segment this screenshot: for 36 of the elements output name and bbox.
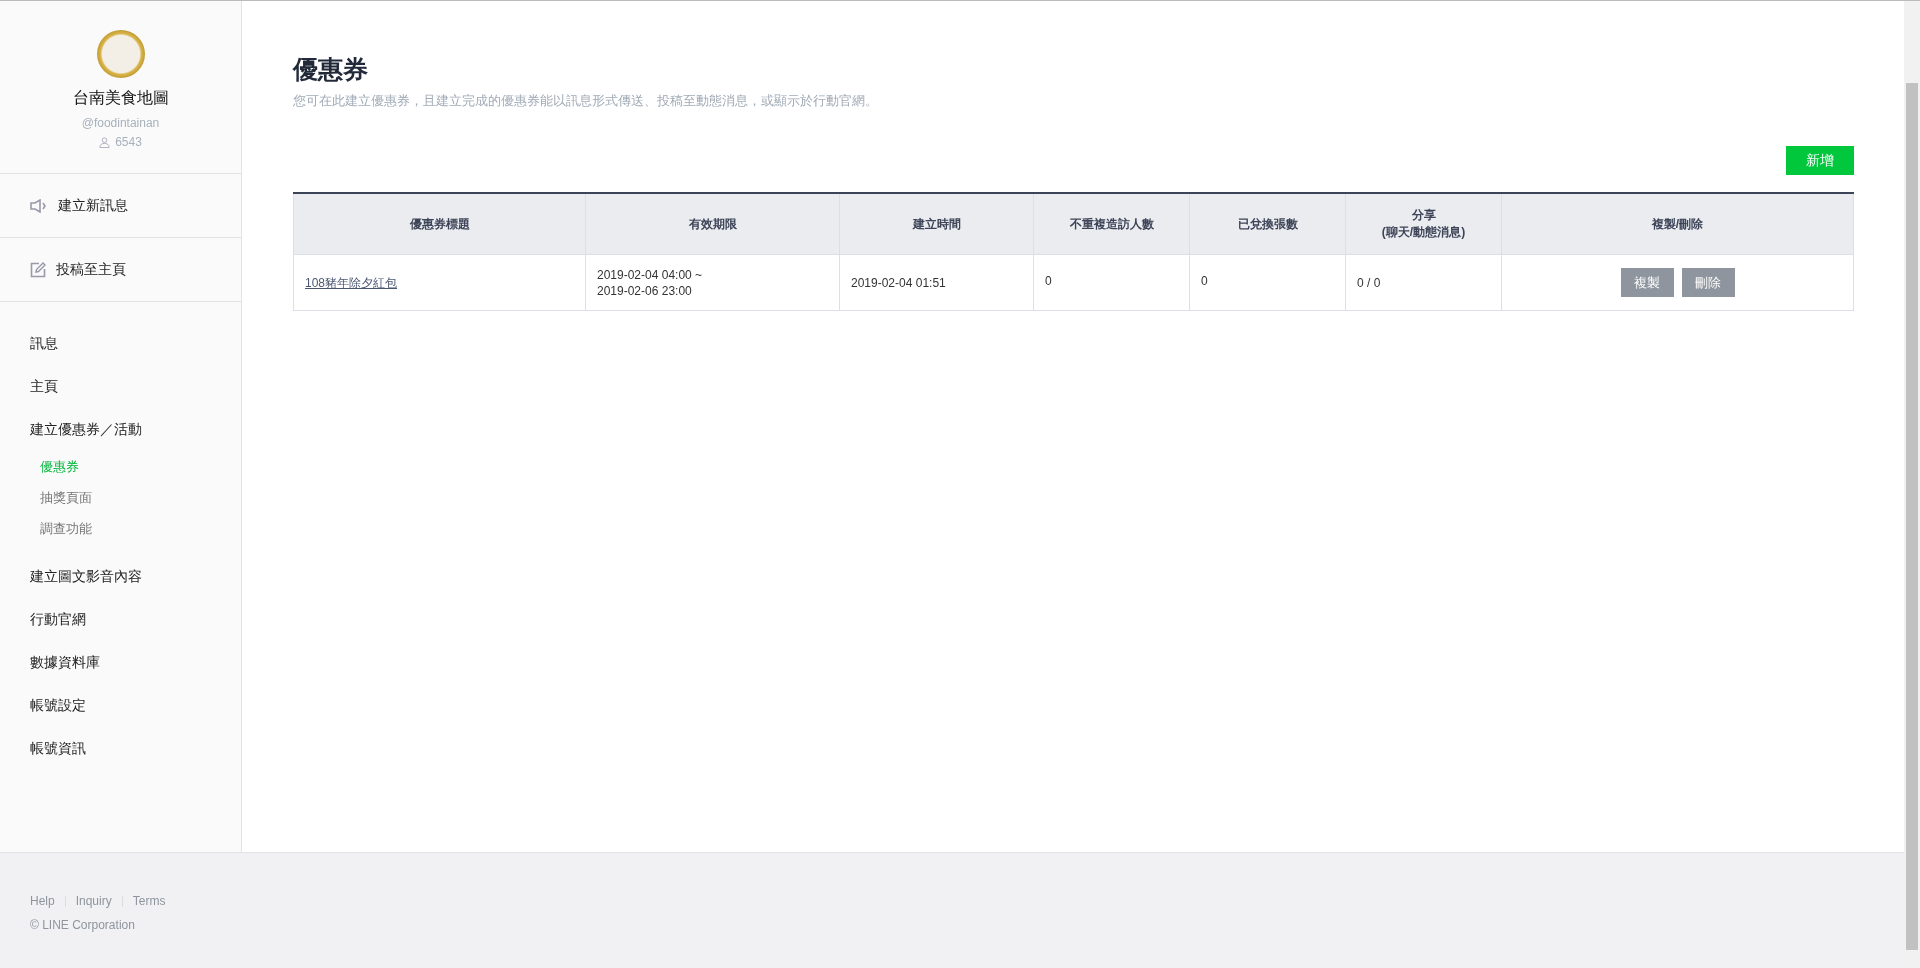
account-handle: @foodintainan [81,116,160,130]
sidebar-item[interactable]: 帳號資訊 [0,727,1920,770]
column-header: 建立時間 [839,193,1034,255]
sidebar-item[interactable]: 建立優惠券／活動 [0,408,1920,451]
sidebar-item[interactable]: 建立圖文影音內容 [0,555,1920,598]
copyright: © LINE Corporation [30,918,136,932]
coupon-title-link[interactable]: 108豬年除夕紅包 [305,275,398,290]
sidebar-action[interactable]: 建立新訊息 [0,174,241,238]
sidebar-item[interactable]: 調查功能 [0,513,241,544]
sidebar-item[interactable]: 數據資料庫 [0,641,1920,684]
page-description: 您可在此建立優惠券，且建立完成的優惠券能以訊息形式傳送、投稿至動態消息，或顯示於行動官網。 [293,92,879,110]
account-name: 台南美食地圖 [72,88,169,108]
redeemed-count: 0 [1201,274,1208,288]
column-header: 優惠券標題 [293,193,586,255]
column-header: 不重複造訪人數 [1033,193,1190,255]
column-header: 分享 (聊天/動態消息) [1345,193,1502,255]
sidebar-item[interactable]: 帳號設定 [0,684,1920,727]
account-logo [96,30,145,78]
sidebar-item[interactable]: 行動官網 [0,598,1920,641]
column-header: 複製/刪除 [1501,193,1854,255]
share-count: 0 / 0 [1357,275,1381,290]
sidebar-action[interactable]: 投稿至主頁 [0,238,241,302]
validity-period: 2019-02-04 04:00 ~ 2019-02-06 23:00 [597,266,704,299]
page-title: 優惠券 [293,54,369,86]
column-header: 有效期限 [585,193,840,255]
sidebar-item[interactable]: 主頁 [0,365,1920,408]
sidebar-item[interactable]: 訊息 [0,322,1920,365]
person-icon [99,136,111,148]
scrollbar-thumb[interactable] [1906,83,1918,950]
sidebar-item[interactable]: 抽獎頁面 [0,482,241,513]
speaker-icon [30,198,48,213]
visitor-count: 0 [1045,274,1052,288]
edit-icon [30,261,46,278]
created-time: 2019-02-04 01:51 [851,275,946,290]
column-header: 已兌換張數 [1189,193,1346,255]
follower-count: 6543 [115,135,142,149]
